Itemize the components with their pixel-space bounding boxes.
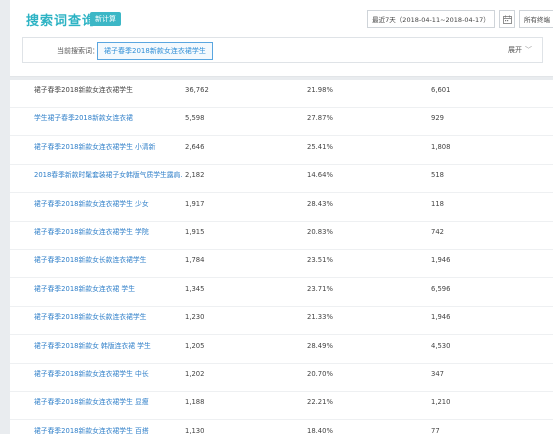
table-row: 裙子春季2018新款女连衣裙学生 百搭 1,130 18.40% 77 xyxy=(10,421,553,434)
table-row: 裙子春季2018新款女连衣裙 学生 1,345 23.71% 6,596 xyxy=(10,279,553,307)
search-popularity-cell: 1,230 xyxy=(185,313,205,322)
click-rate-cell: 22.21% xyxy=(307,398,333,407)
header-panel: 搜索词查询 新计算 最近7天（2018-04-11~2018-04-17） 所有… xyxy=(10,0,553,77)
table-row: 学生裙子春季2018新款女连衣裙 5,598 27.87% 929 xyxy=(10,108,553,137)
table-row: 裙子春季2018新款女连衣裙学生 小清新 2,646 25.41% 1,808 xyxy=(10,137,553,165)
online-items-cell: 6,601 xyxy=(431,86,451,94)
new-calc-badge[interactable]: 新计算 xyxy=(90,12,121,26)
online-items-cell: 1,946 xyxy=(431,313,451,322)
click-rate-cell: 28.43% xyxy=(307,199,333,208)
keyword-link[interactable]: 裙子春季2018新款女连衣裙学生 小清新 xyxy=(34,137,182,164)
click-rate-cell: 21.33% xyxy=(307,313,333,322)
search-popularity-cell: 1,188 xyxy=(185,398,205,407)
search-term-bar: 当前搜索词： 裙子春季2018新款女连衣裙学生 展开 ﹀ xyxy=(22,37,543,63)
terminal-select[interactable]: 所有终端 xyxy=(519,10,553,28)
online-items-cell: 77 xyxy=(431,426,440,434)
expand-button[interactable]: 展开 ﹀ xyxy=(508,45,532,55)
results-table: 裙子春季2018新款女连衣裙学生 36,762 21.98% 6,601 学生裙子春季2… xyxy=(10,80,553,434)
online-items-cell: 4,530 xyxy=(431,341,451,350)
search-popularity-cell: 1,202 xyxy=(185,370,205,378)
keyword-link[interactable]: 裙子春季2018新款女连衣裙 学生 xyxy=(34,279,182,306)
online-items-cell: 1,946 xyxy=(431,256,451,265)
click-rate-cell: 20.70% xyxy=(307,370,333,378)
online-items-cell: 6,596 xyxy=(431,284,451,293)
table-row: 裙子春季2018新款女连衣裙学生 少女 1,917 28.43% 118 xyxy=(10,194,553,222)
online-items-cell: 518 xyxy=(431,171,444,180)
search-popularity-cell: 1,915 xyxy=(185,228,205,236)
search-term-chip[interactable]: 裙子春季2018新款女连衣裙学生 xyxy=(97,42,213,60)
page: 搜索词查询 新计算 最近7天（2018-04-11~2018-04-17） 所有… xyxy=(0,0,553,434)
keyword-link[interactable]: 裙子春季2018新款女连衣裙学生 百搭 xyxy=(34,421,182,434)
keyword-link[interactable]: 学生裙子春季2018新款女连衣裙 xyxy=(34,108,182,135)
search-popularity-cell: 2,182 xyxy=(185,171,205,180)
search-popularity-cell: 1,130 xyxy=(185,426,205,434)
search-popularity-cell: 1,205 xyxy=(185,341,205,350)
online-items-cell: 118 xyxy=(431,199,444,208)
online-items-cell: 929 xyxy=(431,114,444,123)
keyword-link[interactable]: 裙子春季2018新款女连衣裙学生 中长 xyxy=(34,364,182,391)
search-term-label: 当前搜索词： xyxy=(57,47,99,55)
keyword-link[interactable]: 裙子春季2018新款女连衣裙学生 显瘦 xyxy=(34,392,182,419)
keyword-link[interactable]: 裙子春季2018新款女 韩版连衣裙 学生 xyxy=(34,336,182,363)
click-rate-cell: 18.40% xyxy=(307,426,333,434)
keyword-link[interactable]: 裙子春季2018新款女连衣裙学生 xyxy=(34,80,182,107)
search-popularity-cell: 1,917 xyxy=(185,199,205,208)
click-rate-cell: 27.87% xyxy=(307,114,333,123)
table-row: 裙子春季2018新款女连衣裙学生 中长 1,202 20.70% 347 xyxy=(10,364,553,392)
click-rate-cell: 25.41% xyxy=(307,142,333,151)
page-title: 搜索词查询 xyxy=(26,14,97,29)
keyword-link[interactable]: 裙子春季2018新款女连衣裙学生 少女 xyxy=(34,194,182,221)
calendar-icon xyxy=(503,15,512,24)
chevron-down-icon: ﹀ xyxy=(525,46,532,54)
online-items-cell: 1,210 xyxy=(431,398,451,407)
calendar-button[interactable] xyxy=(499,10,515,28)
keyword-link[interactable]: 2018春季新款时髦套装裙子女韩版气质学生露肩... xyxy=(34,165,182,192)
online-items-cell: 347 xyxy=(431,370,444,378)
click-rate-cell: 21.98% xyxy=(307,86,333,94)
click-rate-cell: 14.64% xyxy=(307,171,333,180)
online-items-cell: 1,808 xyxy=(431,142,451,151)
click-rate-cell: 28.49% xyxy=(307,341,333,350)
table-row: 裙子春季2018新款女长款连衣裙学生 1,784 23.51% 1,946 xyxy=(10,250,553,279)
search-popularity-cell: 1,784 xyxy=(185,256,205,265)
terminal-select-label: 所有终端 xyxy=(524,16,550,24)
title-row: 搜索词查询 新计算 最近7天（2018-04-11~2018-04-17） 所有… xyxy=(10,8,553,30)
table-row: 裙子春季2018新款女 韩版连衣裙 学生 1,205 28.49% 4,530 xyxy=(10,336,553,364)
keyword-link[interactable]: 裙子春季2018新款女连衣裙学生 学院 xyxy=(34,222,182,249)
search-popularity-cell: 5,598 xyxy=(185,114,205,123)
click-rate-cell: 23.51% xyxy=(307,256,333,265)
expand-label: 展开 xyxy=(508,46,522,54)
search-popularity-cell: 36,762 xyxy=(185,86,209,94)
search-popularity-cell: 2,646 xyxy=(185,142,205,151)
click-rate-cell: 23.71% xyxy=(307,284,333,293)
date-range-picker[interactable]: 最近7天（2018-04-11~2018-04-17） xyxy=(367,10,495,28)
search-popularity-cell: 1,345 xyxy=(185,284,205,293)
table-row: 裙子春季2018新款女连衣裙学生 显瘦 1,188 22.21% 1,210 xyxy=(10,392,553,421)
table-row: 裙子春季2018新款女连衣裙学生 36,762 21.98% 6,601 xyxy=(10,80,553,108)
keyword-link[interactable]: 裙子春季2018新款女长款连衣裙学生 xyxy=(34,307,182,334)
table-row: 2018春季新款时髦套装裙子女韩版气质学生露肩... 2,182 14.64% 518 xyxy=(10,165,553,194)
click-rate-cell: 20.83% xyxy=(307,228,333,236)
table-row: 裙子春季2018新款女连衣裙学生 学院 1,915 20.83% 742 xyxy=(10,222,553,250)
online-items-cell: 742 xyxy=(431,228,444,236)
keyword-link[interactable]: 裙子春季2018新款女长款连衣裙学生 xyxy=(34,250,182,277)
table-row: 裙子春季2018新款女长款连衣裙学生 1,230 21.33% 1,946 xyxy=(10,307,553,336)
